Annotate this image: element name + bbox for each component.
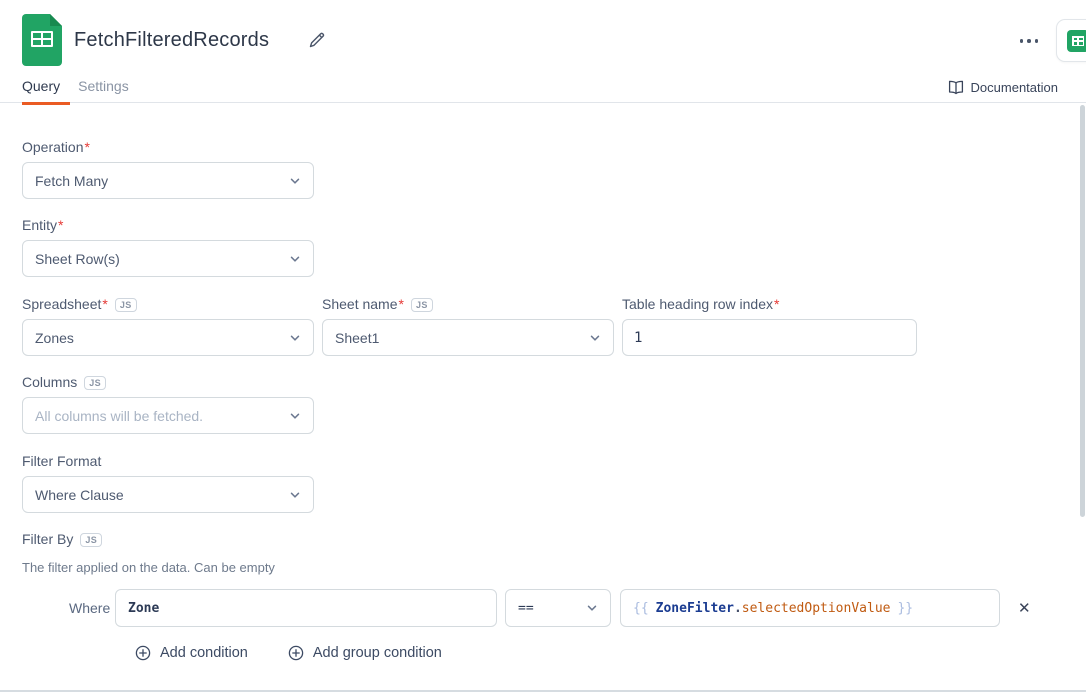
field-spreadsheet: Spreadsheet* JS Zones [22, 297, 314, 356]
field-sheet-name: Sheet name* JS Sheet1 [322, 297, 614, 356]
chevron-down-icon [586, 602, 598, 614]
sheets-grid-glyph [31, 31, 53, 47]
condition-actions-row: Add condition Add group condition [135, 645, 1086, 661]
tab-settings[interactable]: Settings [78, 75, 139, 102]
add-group-condition-label: Add group condition [313, 645, 442, 661]
pencil-icon [306, 29, 328, 51]
heading-row-label: Table heading row index* [622, 297, 917, 312]
spreadsheet-label: Spreadsheet* JS [22, 297, 314, 312]
entity-label: Entity* [22, 218, 1086, 233]
tab-query[interactable]: Query [22, 75, 70, 105]
where-label: Where [69, 600, 105, 616]
code-property-name: selectedOptionValue [742, 601, 891, 616]
filter-format-value: Where Clause [35, 487, 124, 503]
chevron-down-icon [289, 175, 301, 187]
bottom-divider [0, 690, 1086, 692]
code-close-brace: }} [897, 601, 913, 616]
query-header: FetchFilteredRecords [0, 0, 1086, 75]
dot-icon [1027, 39, 1031, 43]
code-object-name: ZoneFilter [656, 601, 734, 616]
sheet-name-select[interactable]: Sheet1 [322, 319, 614, 356]
chevron-down-icon [289, 332, 301, 344]
code-open-brace: {{ [633, 601, 649, 616]
add-group-condition-button[interactable]: Add group condition [288, 645, 442, 661]
code-dot: . [734, 601, 742, 616]
google-sheets-icon [22, 14, 62, 66]
operation-value: Fetch Many [35, 173, 108, 189]
operation-label: Operation* [22, 140, 1086, 155]
field-columns: Columns JS All columns will be fetched. [22, 375, 1086, 434]
sheets-fold-corner [50, 14, 62, 26]
dot-icon [1020, 39, 1024, 43]
filter-by-label: Filter By JS [22, 532, 1086, 547]
chevron-down-icon [289, 410, 301, 422]
editor-tabbar: Query Settings Documentation [0, 75, 1086, 103]
book-icon [948, 80, 964, 95]
field-operation: Operation* Fetch Many [22, 140, 1086, 199]
columns-select[interactable]: All columns will be fetched. [22, 397, 314, 434]
js-toggle-badge[interactable]: JS [411, 298, 433, 312]
add-condition-button[interactable]: Add condition [135, 645, 248, 661]
heading-row-input[interactable] [622, 319, 917, 356]
plus-circle-icon [288, 645, 304, 661]
entity-value: Sheet Row(s) [35, 251, 120, 267]
js-toggle-badge[interactable]: JS [84, 376, 106, 390]
spreadsheet-select[interactable]: Zones [22, 319, 314, 356]
remove-condition-button[interactable]: ✕ [1018, 601, 1031, 616]
required-mark: * [84, 140, 89, 155]
query-form: Operation* Fetch Many Entity* Sheet Row(… [0, 140, 1086, 661]
documentation-label: Documentation [971, 80, 1058, 95]
chevron-down-icon [289, 253, 301, 265]
filter-format-label: Filter Format [22, 454, 1086, 469]
sheet-name-value: Sheet1 [335, 330, 379, 346]
dot-icon [1035, 39, 1039, 43]
required-mark: * [102, 297, 107, 312]
required-mark: * [58, 218, 63, 233]
spreadsheet-value: Zones [35, 330, 74, 346]
condition-key-input[interactable] [115, 589, 497, 627]
query-name-title: FetchFilteredRecords [74, 29, 269, 52]
google-sheets-mini-icon [1067, 30, 1086, 52]
columns-label: Columns JS [22, 375, 1086, 390]
filter-by-helper-text: The filter applied on the data. Can be e… [22, 560, 1086, 575]
js-toggle-badge[interactable]: JS [80, 533, 102, 547]
operation-select[interactable]: Fetch Many [22, 162, 314, 199]
field-row-sheet: Spreadsheet* JS Zones Sheet name* JS She… [22, 297, 1086, 356]
condition-operator-select[interactable]: == [505, 589, 611, 627]
js-toggle-badge[interactable]: JS [115, 298, 137, 312]
columns-placeholder: All columns will be fetched. [35, 408, 203, 424]
chevron-down-icon [289, 489, 301, 501]
more-options-button[interactable] [1014, 33, 1044, 49]
required-mark: * [774, 297, 779, 312]
field-heading-row-index: Table heading row index* [622, 297, 917, 356]
plus-circle-icon [135, 645, 151, 661]
field-filter-format: Filter Format Where Clause [22, 454, 1086, 513]
entity-select[interactable]: Sheet Row(s) [22, 240, 314, 277]
vertical-scrollbar[interactable] [1080, 105, 1085, 517]
operator-value: == [518, 601, 534, 616]
add-condition-label: Add condition [160, 645, 248, 661]
documentation-link[interactable]: Documentation [948, 80, 1058, 95]
chevron-down-icon [589, 332, 601, 344]
where-condition-row: Where == {{ ZoneFilter.selectedOptionValu… [22, 589, 1086, 627]
datasource-card[interactable] [1056, 19, 1086, 62]
field-filter-by: Filter By JS The filter applied on the d… [22, 532, 1086, 661]
edit-name-button[interactable] [306, 29, 328, 51]
sheet-name-label: Sheet name* JS [322, 297, 614, 312]
required-mark: * [399, 297, 404, 312]
field-entity: Entity* Sheet Row(s) [22, 218, 1086, 277]
condition-value-input[interactable]: {{ ZoneFilter.selectedOptionValue}} [620, 589, 1000, 627]
filter-format-select[interactable]: Where Clause [22, 476, 314, 513]
